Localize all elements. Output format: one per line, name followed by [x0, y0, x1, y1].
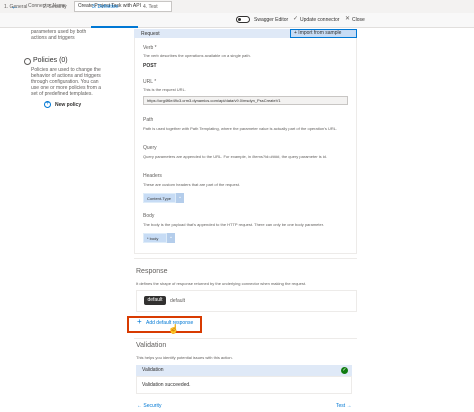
query-desc: Query parameters are appended to the URL…	[143, 154, 327, 159]
headers-label: Headers	[143, 173, 162, 179]
response-title: Response	[136, 268, 168, 275]
update-connector-button[interactable]: Update connector	[300, 17, 339, 23]
next-test-button[interactable]: Test →	[336, 403, 352, 409]
swagger-editor-toggle[interactable]	[236, 16, 250, 23]
body-param-chip[interactable]: * body	[143, 233, 167, 243]
swagger-editor-label: Swagger Editor	[254, 17, 289, 23]
close-button[interactable]: Close	[352, 17, 365, 23]
url-desc: This is the request URL.	[143, 87, 186, 92]
policies-title: Policies (0)	[33, 57, 68, 64]
validation-header-label: Validation	[142, 367, 164, 373]
section-divider	[134, 258, 357, 259]
url-label: URL *	[143, 79, 157, 85]
policy-icon	[24, 58, 31, 65]
verb-desc: The verb describes the operations availa…	[143, 53, 251, 58]
success-check-icon: ✓	[341, 367, 348, 374]
tab-definition[interactable]: 3. Definition	[92, 4, 118, 10]
previous-security-button[interactable]: ← Security	[137, 403, 161, 409]
add-circle-icon[interactable]: +	[44, 101, 51, 108]
url-field[interactable]: https://org4f6e49c3.crm3.dynamics.com/ap…	[143, 96, 348, 105]
chevron-down-icon[interactable]: ⌄	[167, 233, 175, 243]
close-icon[interactable]: ✕	[345, 15, 350, 22]
header-param-chip[interactable]: Content-Type	[143, 193, 176, 203]
check-icon[interactable]: ✓	[293, 15, 298, 22]
active-tab-indicator	[91, 26, 138, 28]
top-bar	[0, 0, 474, 13]
path-desc: Path is used together with Path Templati…	[143, 126, 338, 131]
query-label: Query	[143, 145, 157, 151]
body-label: Body	[143, 213, 155, 219]
verb-label: Verb *	[143, 45, 157, 51]
validation-header	[136, 365, 352, 376]
validation-result: Validation succeeded.	[142, 382, 191, 388]
default-response-desc: default	[170, 298, 186, 304]
chevron-right-icon: ›	[136, 3, 138, 9]
chevron-right-icon: ›	[80, 3, 82, 9]
headers-desc: These are custom headers that are part o…	[143, 182, 240, 187]
tab-security[interactable]: 2. Security	[43, 4, 67, 10]
section-divider	[134, 338, 357, 339]
plus-icon[interactable]: +	[137, 317, 142, 326]
validation-title: Validation	[136, 342, 167, 349]
tab-general[interactable]: 1. General	[4, 4, 27, 10]
validation-desc: This helps you identify potential issues…	[136, 355, 233, 360]
request-panel	[134, 29, 357, 254]
default-response-chip[interactable]: default	[144, 296, 166, 305]
chevron-down-icon[interactable]: ⌄	[176, 193, 184, 203]
chevron-right-icon: ›	[34, 3, 36, 9]
response-desc: It defines the shape of response returne…	[136, 281, 307, 286]
import-from-sample-button[interactable]: + Import from sample	[290, 29, 357, 38]
request-title: Request	[141, 31, 160, 37]
policies-desc-line: set of predefined templates.	[31, 91, 93, 97]
verb-value: POST	[143, 63, 157, 69]
body-desc: The body is the payload that's appended …	[143, 222, 324, 227]
hand-cursor-icon: ☝	[168, 324, 180, 334]
new-policy-button[interactable]: New policy	[55, 102, 81, 108]
intro-text-line: actions and triggers	[31, 35, 75, 41]
tab-test[interactable]: 4. Test	[143, 4, 158, 10]
path-label: Path	[143, 117, 154, 123]
